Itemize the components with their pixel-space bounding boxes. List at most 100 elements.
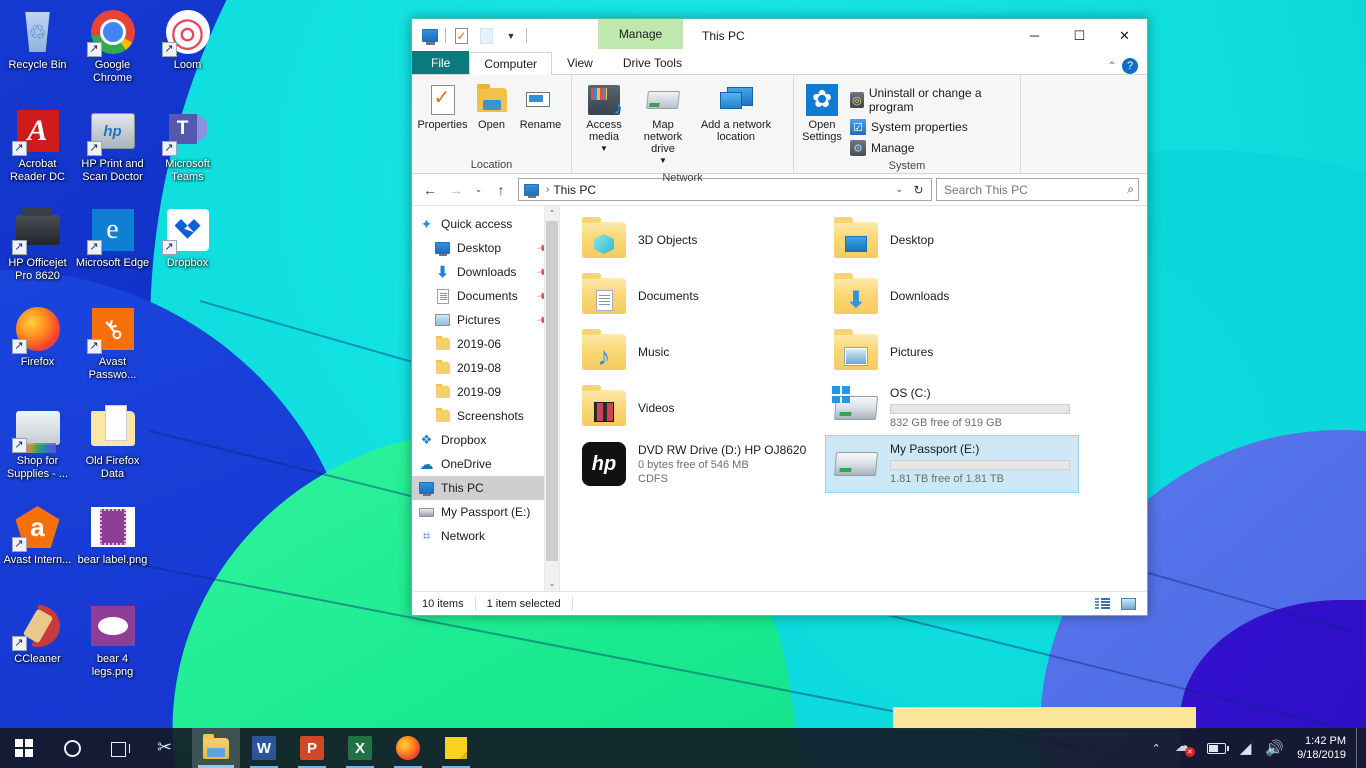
- network-tray-button[interactable]: ◢: [1233, 728, 1259, 768]
- desktop-icon-loom[interactable]: Loom: [150, 2, 225, 101]
- ribbon-button-map-network-drive[interactable]: Map network drive ▼: [630, 80, 696, 170]
- status-bar: 10 items 1 item selected: [412, 591, 1147, 615]
- clock[interactable]: 1:42 PM 9/18/2019: [1291, 728, 1356, 768]
- tab-drive-tools[interactable]: Drive Tools: [607, 51, 697, 74]
- taskbar-word[interactable]: W: [240, 728, 288, 768]
- ribbon-button-open[interactable]: Open: [467, 80, 516, 134]
- search-input[interactable]: [944, 182, 1128, 197]
- tab-computer[interactable]: Computer: [469, 52, 553, 75]
- system-manage-item[interactable]: ⚙ Manage: [848, 138, 1014, 158]
- taskbar-firefox[interactable]: [384, 728, 432, 768]
- chevron-down-icon[interactable]: ▼: [600, 143, 608, 155]
- breadcrumb-dropdown-icon[interactable]: ⌄: [890, 184, 908, 195]
- search-box[interactable]: ⌕: [936, 178, 1139, 201]
- system-properties-item[interactable]: ☑ System properties: [848, 117, 1014, 137]
- navigation-scrollbar[interactable]: ⌃ ⌄: [544, 206, 559, 591]
- chevron-down-icon[interactable]: ▼: [659, 155, 667, 167]
- ribbon-collapse-chevron-icon[interactable]: ⌃: [1108, 61, 1116, 72]
- file-item-my-passport-e[interactable]: My Passport (E:) 1.81 TB free of 1.81 TB: [825, 435, 1079, 493]
- ribbon-button-access-media[interactable]: Access media ▼: [578, 80, 630, 158]
- start-button[interactable]: [0, 728, 48, 768]
- file-item-documents[interactable]: Documents: [574, 268, 826, 324]
- desktop-icon-acrobat-reader-dc[interactable]: Acrobat Reader DC: [0, 101, 75, 200]
- taskbar-powerpoint[interactable]: P: [288, 728, 336, 768]
- desktop-icon-avast-intern[interactable]: Avast Intern...: [0, 497, 75, 596]
- desktop-icon-microsoft-teams[interactable]: Microsoft Teams: [150, 101, 225, 200]
- ribbon-button-add-network-location[interactable]: Add a network location: [696, 80, 776, 146]
- desktop-icon-bear-label-png[interactable]: bear label.png: [75, 497, 150, 596]
- file-item-music[interactable]: ♪ Music: [574, 324, 826, 380]
- scrollbar-track[interactable]: [545, 221, 559, 576]
- ribbon-button-properties[interactable]: Properties: [417, 80, 468, 134]
- show-desktop-button[interactable]: [1356, 728, 1362, 768]
- taskbar-cortana-search[interactable]: [48, 728, 96, 768]
- minimize-button[interactable]: ─: [1012, 19, 1057, 52]
- ribbon-button-open-settings[interactable]: Open Settings: [800, 80, 844, 146]
- desktop-icon-shop-for-supplies[interactable]: Shop for Supplies - ...: [0, 398, 75, 497]
- scrollbar-thumb[interactable]: [546, 221, 558, 561]
- desktop-icon-hp-print-and-scan-doctor[interactable]: HP Print and Scan Doctor: [75, 101, 150, 200]
- sidebar-item-quick-access[interactable]: ✦ Quick access: [412, 212, 559, 236]
- qat-customize-chevron-icon[interactable]: ▼: [501, 26, 521, 46]
- sidebar-item-downloads[interactable]: ⬇Downloads📌: [412, 260, 559, 284]
- file-item-3d-objects[interactable]: 3D Objects: [574, 212, 826, 268]
- file-item-dvd-rw-drive-d-hp-oj8620[interactable]: DVD RW Drive (D:) HP OJ86200 bytes free …: [574, 436, 826, 492]
- sidebar-item-2019-06[interactable]: 2019-06: [412, 332, 559, 356]
- desktop-icon-firefox[interactable]: Firefox: [0, 299, 75, 398]
- desktop-icon-recycle-bin[interactable]: Recycle Bin: [0, 2, 75, 101]
- file-item-downloads[interactable]: ⬇ Downloads: [826, 268, 1078, 324]
- up-button[interactable]: ↑: [489, 178, 513, 202]
- maximize-button[interactable]: ☐: [1057, 19, 1102, 52]
- file-item-os-c[interactable]: OS (C:) 832 GB free of 919 GB: [826, 380, 1078, 436]
- taskbar-sticky-notes[interactable]: [432, 728, 480, 768]
- sidebar-item-screenshots[interactable]: Screenshots: [412, 404, 559, 428]
- system-uninstall-program[interactable]: ◎ Uninstall or change a program: [848, 84, 1014, 116]
- sidebar-item-my-passport-e[interactable]: My Passport (E:): [412, 500, 559, 524]
- sidebar-item-2019-09[interactable]: 2019-09: [412, 380, 559, 404]
- desktop-icon-avast-passwo[interactable]: Avast Passwo...: [75, 299, 150, 398]
- refresh-icon[interactable]: ↻: [908, 178, 929, 201]
- close-button[interactable]: ✕: [1102, 19, 1147, 52]
- file-item-pictures[interactable]: Pictures: [826, 324, 1078, 380]
- volume-tray-button[interactable]: 🔊: [1258, 728, 1291, 768]
- desktop-icon-microsoft-edge[interactable]: Microsoft Edge: [75, 200, 150, 299]
- onedrive-tray-button[interactable]: ✕: [1168, 728, 1200, 768]
- qat-properties-icon[interactable]: [451, 26, 471, 46]
- file-item-desktop[interactable]: Desktop: [826, 212, 1078, 268]
- desktop-icon-google-chrome[interactable]: Google Chrome: [75, 2, 150, 101]
- desktop-icon-dropbox[interactable]: Dropbox: [150, 200, 225, 299]
- help-icon[interactable]: ?: [1122, 58, 1138, 74]
- scroll-down-icon[interactable]: ⌄: [545, 576, 559, 591]
- sidebar-item-2019-08[interactable]: 2019-08: [412, 356, 559, 380]
- sidebar-item-network[interactable]: ⌗ Network: [412, 524, 559, 548]
- taskbar-snipping-tool[interactable]: [144, 728, 192, 768]
- sidebar-item-pictures[interactable]: Pictures📌: [412, 308, 559, 332]
- sidebar-item-desktop[interactable]: Desktop📌: [412, 236, 559, 260]
- taskbar-excel[interactable]: X: [336, 728, 384, 768]
- scroll-up-icon[interactable]: ⌃: [545, 206, 559, 221]
- taskbar-file-explorer[interactable]: [192, 728, 240, 768]
- large-icons-view-icon[interactable]: [1119, 595, 1137, 613]
- sidebar-item-dropbox[interactable]: ❖ Dropbox: [412, 428, 559, 452]
- desktop-icon-old-firefox-data[interactable]: Old Firefox Data: [75, 398, 150, 497]
- tab-file[interactable]: File: [412, 51, 470, 74]
- sidebar-item-documents[interactable]: Documents📌: [412, 284, 559, 308]
- show-hidden-icons-button[interactable]: ⌃: [1145, 728, 1168, 768]
- file-item-videos[interactable]: Videos: [574, 380, 826, 436]
- tab-view[interactable]: View: [552, 51, 608, 74]
- details-view-icon[interactable]: [1093, 595, 1111, 613]
- forward-button[interactable]: →: [444, 178, 468, 202]
- ribbon-button-rename[interactable]: Rename: [516, 80, 565, 134]
- taskbar-task-view[interactable]: [96, 728, 144, 768]
- battery-tray-button[interactable]: [1200, 728, 1233, 768]
- sidebar-item-onedrive[interactable]: ☁ OneDrive: [412, 452, 559, 476]
- sidebar-item-this-pc[interactable]: This PC: [412, 476, 559, 500]
- sticky-note-window[interactable]: [893, 707, 1196, 729]
- back-button[interactable]: ←: [418, 178, 442, 202]
- desktop-icon-ccleaner[interactable]: CCleaner: [0, 596, 75, 695]
- qat-this-pc-icon[interactable]: [420, 26, 440, 46]
- qat-new-folder-icon[interactable]: [476, 26, 496, 46]
- desktop-icon-hp-officejet-pro-8620[interactable]: HP Officejet Pro 8620: [0, 200, 75, 299]
- recent-locations-chevron-icon[interactable]: ⌄: [470, 178, 487, 202]
- desktop-icon-bear-4-legs-png[interactable]: bear 4 legs.png: [75, 596, 150, 695]
